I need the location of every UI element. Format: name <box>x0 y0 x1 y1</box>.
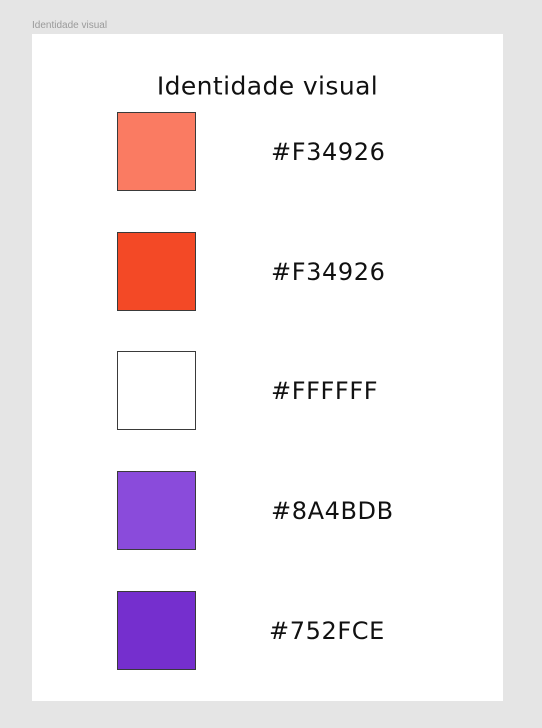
color-swatch[interactable] <box>117 351 196 430</box>
frame-name-label[interactable]: Identidade visual <box>32 20 107 32</box>
color-swatch[interactable] <box>117 112 196 191</box>
artboard-frame[interactable]: Identidade visual #F34926 #F34926 #FFFFF… <box>32 34 503 701</box>
hex-code-label: #8A4BDB <box>271 497 394 525</box>
hex-code-label: #F34926 <box>271 258 386 286</box>
color-swatch[interactable] <box>117 471 196 550</box>
color-row: #752FCE <box>32 591 503 671</box>
color-swatch[interactable] <box>117 232 196 311</box>
color-row: #F34926 <box>32 112 503 192</box>
hex-code-label: #F34926 <box>271 138 386 166</box>
color-row: #8A4BDB <box>32 471 503 551</box>
color-row: #F34926 <box>32 232 503 312</box>
color-swatch[interactable] <box>117 591 196 670</box>
color-palette: #F34926 #F34926 #FFFFFF #8A4BDB #752FCE <box>32 34 503 701</box>
color-row: #FFFFFF <box>32 351 503 431</box>
hex-code-label: #FFFFFF <box>271 377 379 405</box>
hex-code-label: #752FCE <box>269 617 385 645</box>
